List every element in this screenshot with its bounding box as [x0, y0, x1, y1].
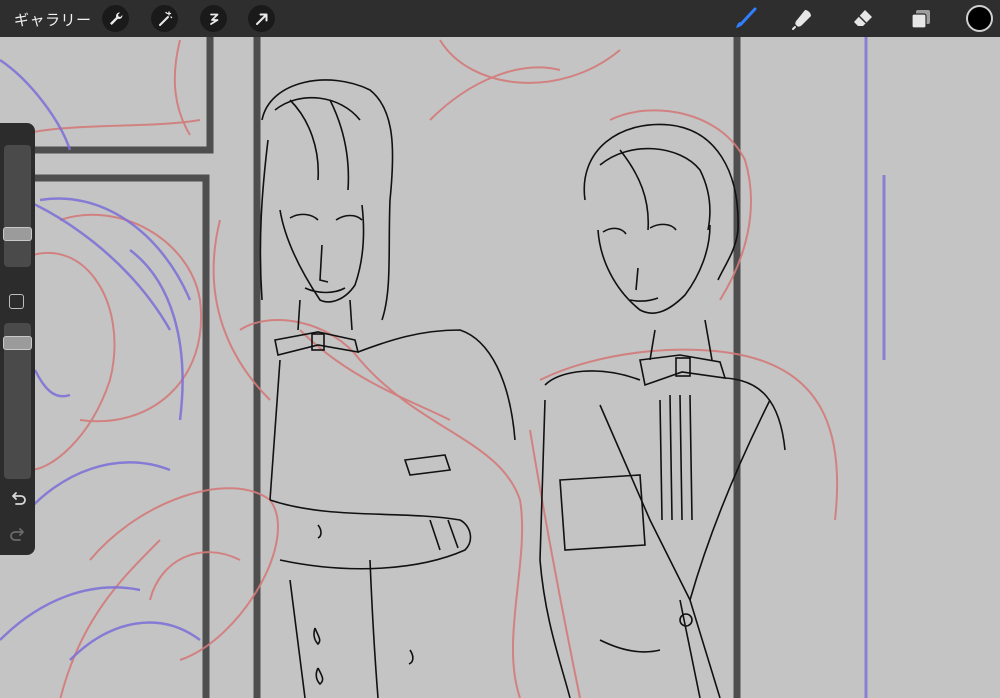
selection-icon: [209, 13, 218, 25]
panel-borders: [35, 37, 741, 698]
top-toolbar: ギャラリー: [0, 0, 1000, 37]
wrench-icon: [109, 12, 122, 25]
lineart-right-character: [539, 123, 786, 698]
transform-button[interactable]: [248, 5, 275, 32]
panel-guide-lines: [864, 37, 886, 698]
actions-button[interactable]: [102, 5, 129, 32]
undo-icon[interactable]: [8, 489, 28, 509]
opacity-slider[interactable]: [3, 323, 32, 479]
color-picker-button[interactable]: [966, 5, 993, 32]
magic-wand-icon: [158, 10, 172, 26]
smudge-icon: [792, 10, 811, 30]
opacity-thumb[interactable]: [3, 336, 32, 350]
eraser-tool[interactable]: [850, 6, 876, 32]
lineart-left-character: [259, 79, 516, 698]
redo-icon[interactable]: [8, 525, 28, 545]
selection-button[interactable]: [200, 5, 227, 32]
eraser-icon: [854, 10, 872, 26]
drawing-canvas[interactable]: [0, 37, 1000, 698]
transform-arrow-icon: [255, 13, 267, 25]
smudge-tool[interactable]: [790, 6, 816, 32]
red-sketch-layer: [0, 39, 839, 698]
left-sidebar: [0, 123, 35, 555]
modify-button[interactable]: [9, 294, 24, 309]
brush-size-thumb[interactable]: [3, 227, 32, 241]
adjustments-button[interactable]: [151, 5, 178, 32]
layers-tool[interactable]: [908, 6, 934, 32]
brush-icon: [736, 7, 757, 28]
layers-icon: [911, 10, 930, 29]
brush-size-slider[interactable]: [3, 145, 32, 267]
gallery-button[interactable]: ギャラリー: [14, 9, 92, 30]
brush-tool[interactable]: [732, 6, 758, 32]
